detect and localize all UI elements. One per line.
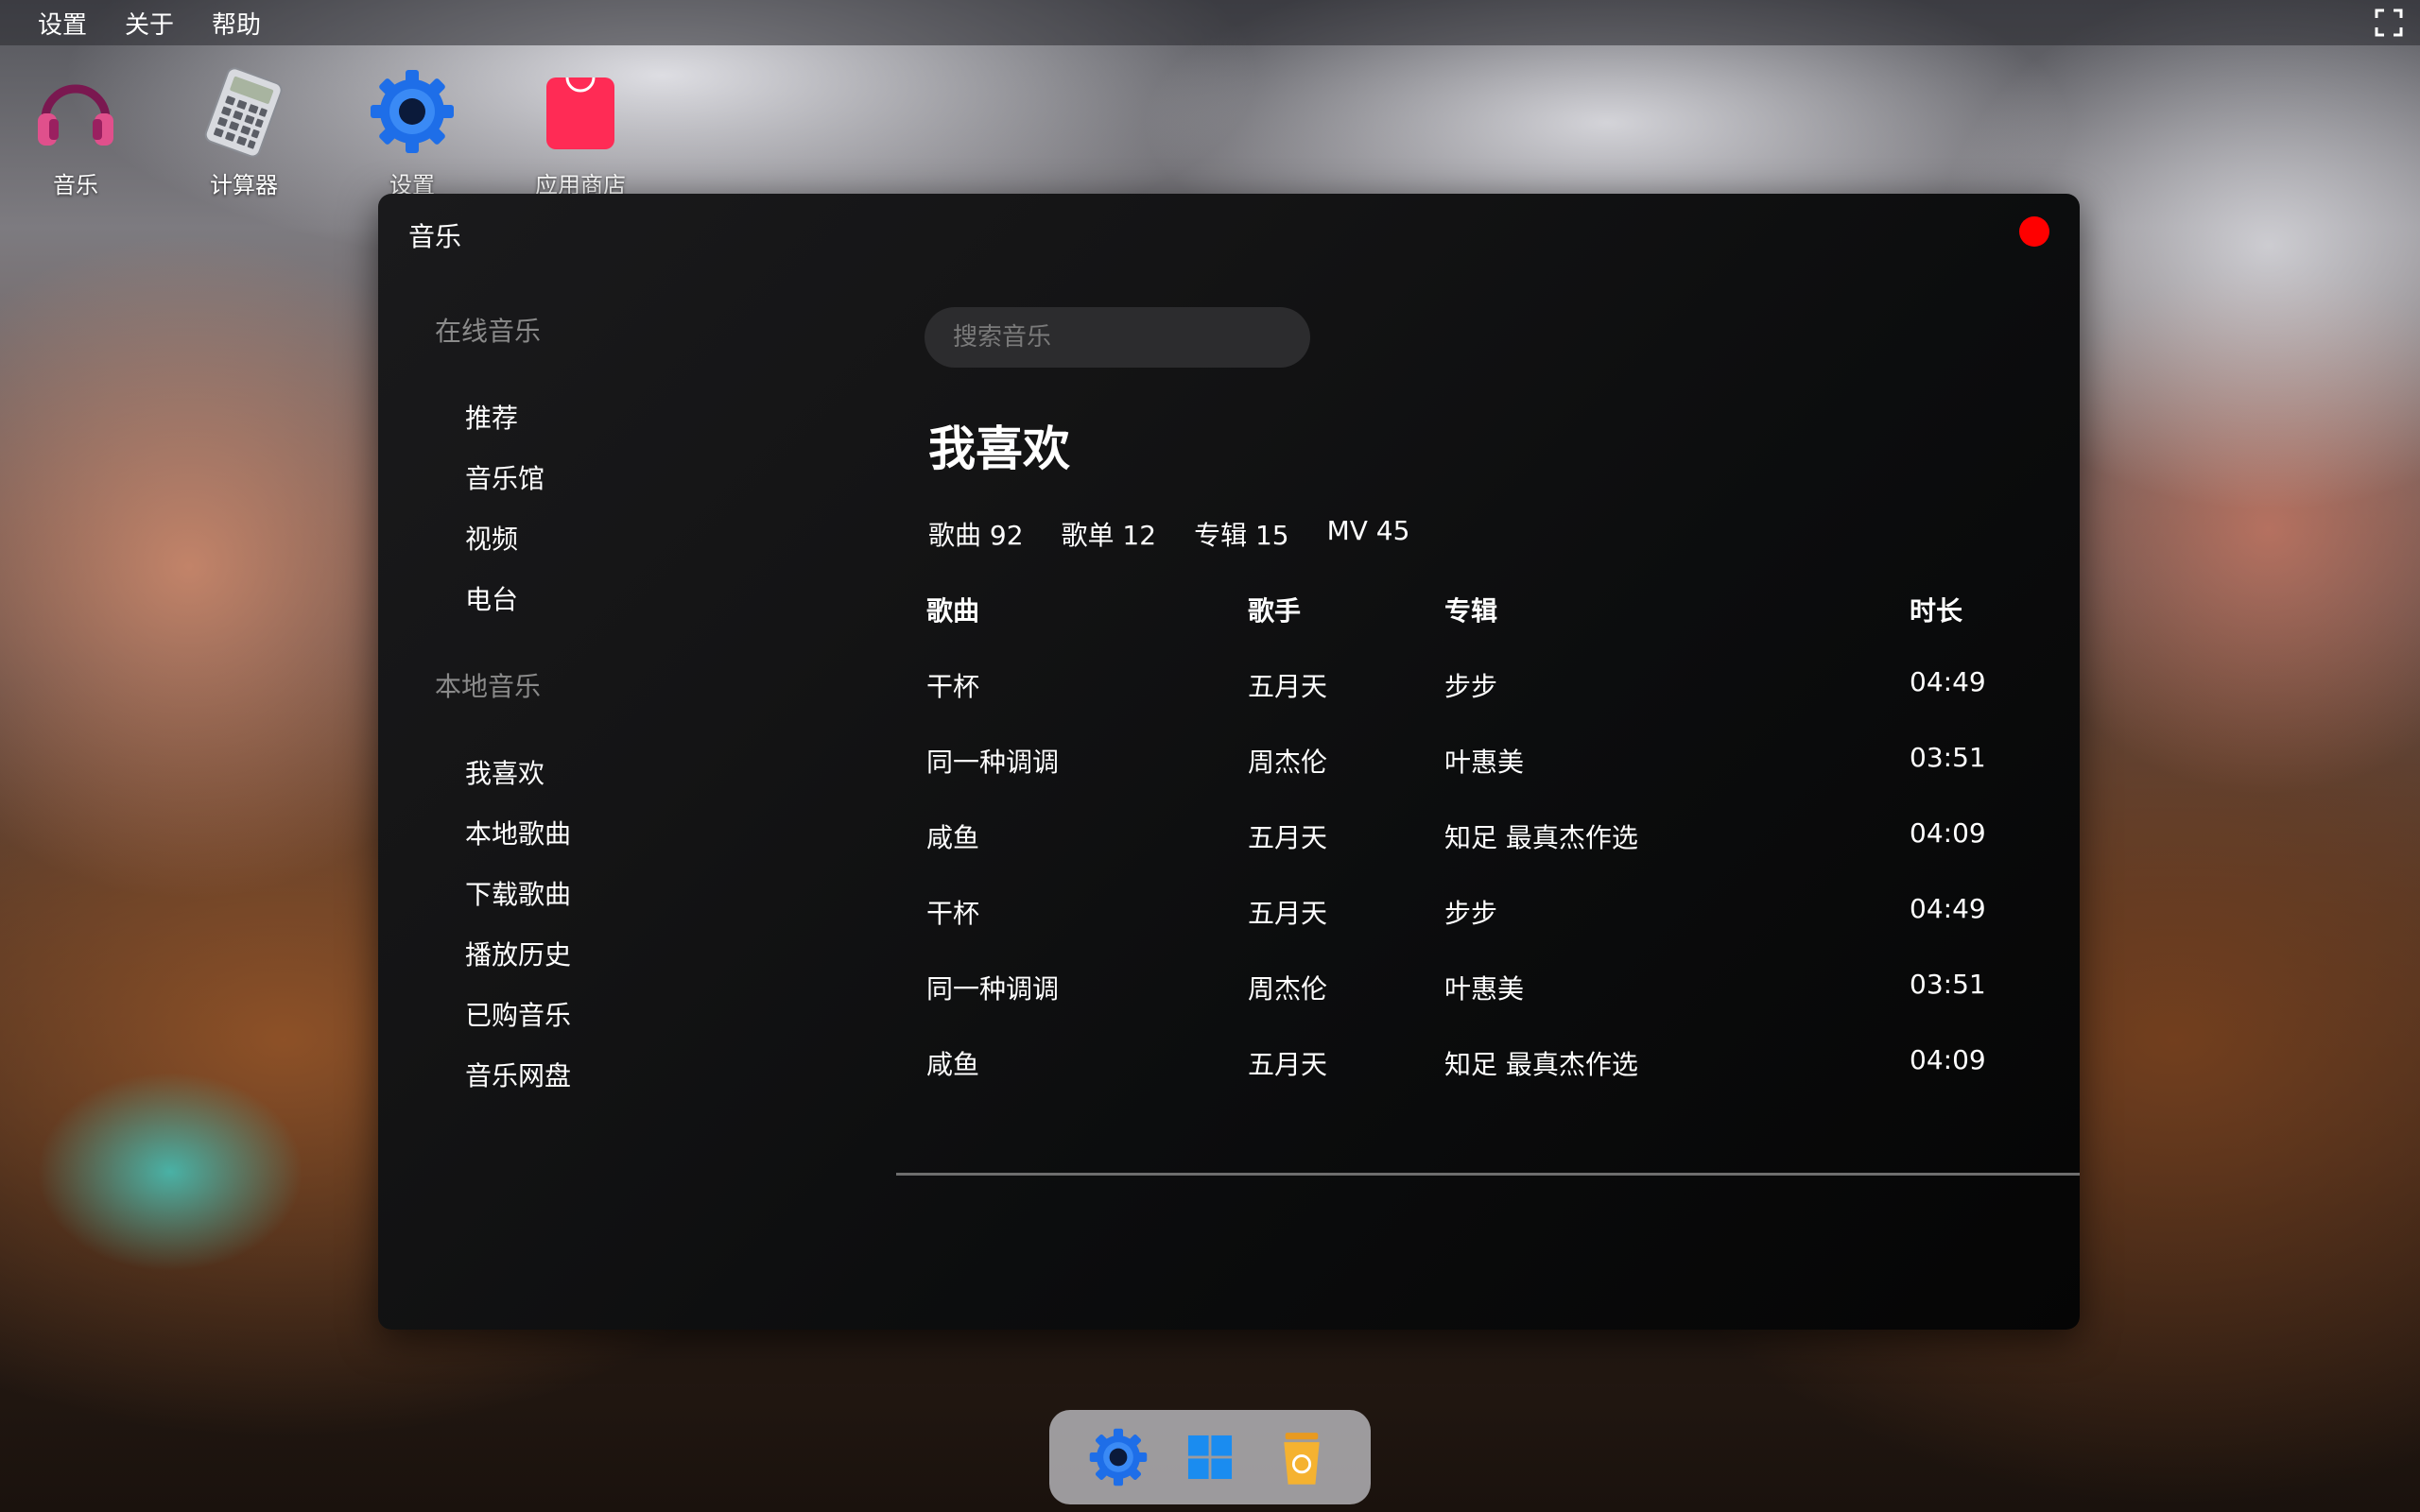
song-artist: 五月天 bbox=[1248, 1049, 1328, 1080]
sidebar-section-local: 本地音乐 bbox=[435, 671, 542, 702]
menu-help[interactable]: 帮助 bbox=[212, 6, 261, 41]
sidebar-section-online: 在线音乐 bbox=[435, 316, 542, 347]
headphones-icon bbox=[38, 84, 113, 146]
page-title: 我喜欢 bbox=[928, 421, 1070, 476]
song-duration: 03:51 bbox=[1910, 969, 1986, 1000]
song-duration: 04:49 bbox=[1910, 666, 1986, 697]
windows-logo-icon[interactable] bbox=[1176, 1423, 1244, 1491]
header-song: 歌曲 bbox=[926, 595, 980, 627]
song-artist: 五月天 bbox=[1248, 898, 1328, 929]
sidebar-item-purchased[interactable]: 已购音乐 bbox=[465, 995, 571, 1033]
trash-bin-icon[interactable] bbox=[1268, 1423, 1336, 1491]
menu-settings[interactable]: 设置 bbox=[38, 6, 87, 41]
table-row[interactable]: 咸鱼 五月天 知足 最真杰作选 04:09 bbox=[926, 817, 2004, 874]
song-album: 知足 最真杰作选 bbox=[1444, 822, 1638, 853]
stat-playlists[interactable]: 歌单 12 bbox=[1062, 515, 1157, 553]
song-title: 同一种调调 bbox=[926, 973, 1060, 1005]
song-title: 干杯 bbox=[926, 898, 980, 929]
content-divider bbox=[896, 1173, 2080, 1176]
song-artist: 周杰伦 bbox=[1248, 973, 1328, 1005]
song-album: 步步 bbox=[1444, 671, 1498, 702]
song-duration: 04:49 bbox=[1910, 893, 1986, 924]
song-duration: 04:09 bbox=[1910, 817, 1986, 849]
song-album: 叶惠美 bbox=[1444, 973, 1525, 1005]
header-duration: 时长 bbox=[1910, 595, 1963, 627]
stats-bar: 歌曲 92 歌单 12 专辑 15 MV 45 bbox=[928, 515, 1409, 553]
stat-albums[interactable]: 专辑 15 bbox=[1194, 515, 1289, 553]
gear-icon bbox=[371, 70, 454, 153]
menu-about[interactable]: 关于 bbox=[125, 6, 174, 41]
stat-mv[interactable]: MV 45 bbox=[1327, 515, 1410, 553]
song-title: 同一种调调 bbox=[926, 747, 1060, 778]
desktop-icon-music[interactable]: 音乐 bbox=[9, 64, 142, 199]
desktop-icon-calculator[interactable]: 计算器 bbox=[178, 64, 310, 199]
table-row[interactable]: 干杯 五月天 步步 04:49 bbox=[926, 893, 2004, 950]
gear-icon[interactable] bbox=[1084, 1423, 1152, 1491]
sidebar-item-history[interactable]: 播放历史 bbox=[465, 935, 571, 972]
table-row[interactable]: 同一种调调 周杰伦 叶惠美 03:51 bbox=[926, 742, 2004, 799]
shopping-bag-icon bbox=[546, 77, 614, 149]
sidebar-item-favorites[interactable]: 我喜欢 bbox=[465, 753, 544, 791]
song-album: 叶惠美 bbox=[1444, 747, 1525, 778]
top-menu-bar: 设置 关于 帮助 bbox=[0, 0, 2420, 45]
song-duration: 04:09 bbox=[1910, 1044, 1986, 1075]
song-album: 知足 最真杰作选 bbox=[1444, 1049, 1638, 1080]
desktop-icon-settings[interactable]: 设置 bbox=[346, 64, 478, 199]
song-title: 咸鱼 bbox=[926, 1049, 980, 1080]
dock bbox=[1049, 1410, 1371, 1504]
sidebar-item-music-hall[interactable]: 音乐馆 bbox=[465, 458, 544, 496]
song-duration: 03:51 bbox=[1910, 742, 1986, 773]
song-album: 步步 bbox=[1444, 898, 1498, 929]
song-title: 干杯 bbox=[926, 671, 980, 702]
song-artist: 五月天 bbox=[1248, 671, 1328, 702]
fullscreen-icon[interactable] bbox=[2375, 9, 2403, 37]
sidebar-item-recommend[interactable]: 推荐 bbox=[465, 398, 518, 436]
desktop-icon-label: 计算器 bbox=[210, 172, 278, 198]
sidebar-item-radio[interactable]: 电台 bbox=[465, 579, 518, 617]
song-title: 咸鱼 bbox=[926, 822, 980, 853]
song-artist: 五月天 bbox=[1248, 822, 1328, 853]
sidebar: 在线音乐 推荐 音乐馆 视频 电台 本地音乐 我喜欢 本地歌曲 下载歌曲 播放历… bbox=[378, 194, 889, 1330]
table-row[interactable]: 咸鱼 五月天 知足 最真杰作选 04:09 bbox=[926, 1044, 2004, 1101]
music-window: 音乐 在线音乐 推荐 音乐馆 视频 电台 本地音乐 我喜欢 本地歌曲 下载歌曲 … bbox=[378, 194, 2080, 1330]
sidebar-item-downloads[interactable]: 下载歌曲 bbox=[465, 874, 571, 912]
table-row[interactable]: 同一种调调 周杰伦 叶惠美 03:51 bbox=[926, 969, 2004, 1025]
header-artist: 歌手 bbox=[1248, 595, 1302, 627]
sidebar-item-local-songs[interactable]: 本地歌曲 bbox=[465, 814, 571, 851]
desktop-icon-label: 音乐 bbox=[53, 172, 98, 198]
desktop-icon-app-store[interactable]: 应用商店 bbox=[514, 64, 647, 199]
sidebar-item-cloud-drive[interactable]: 音乐网盘 bbox=[465, 1056, 571, 1093]
close-button[interactable] bbox=[2019, 216, 2049, 247]
stat-songs[interactable]: 歌曲 92 bbox=[928, 515, 1024, 553]
sidebar-item-video[interactable]: 视频 bbox=[465, 519, 518, 557]
table-row[interactable]: 干杯 五月天 步步 04:49 bbox=[926, 666, 2004, 723]
calculator-icon bbox=[204, 67, 283, 158]
header-album: 专辑 bbox=[1444, 595, 1498, 627]
table-header: 歌曲 歌手 专辑 时长 bbox=[926, 591, 2004, 647]
search-input[interactable] bbox=[925, 307, 1310, 368]
song-artist: 周杰伦 bbox=[1248, 747, 1328, 778]
